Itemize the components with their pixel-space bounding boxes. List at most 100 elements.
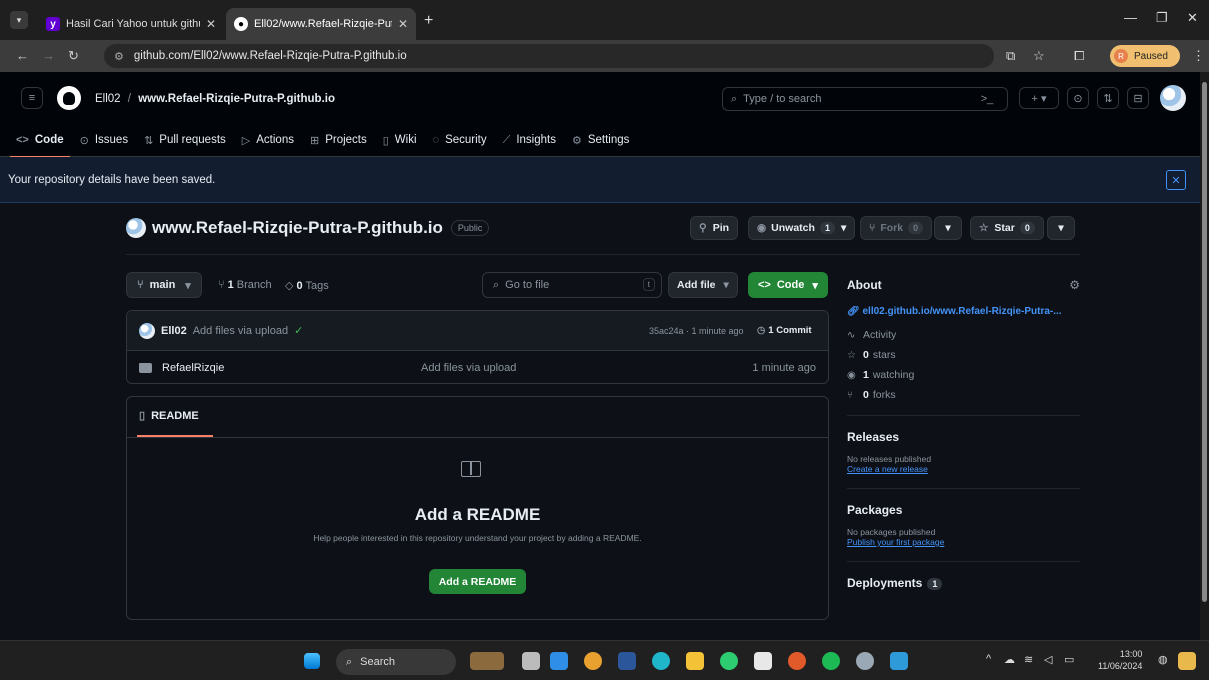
tab-projects[interactable]: ⊞ Projects — [310, 128, 367, 152]
tab-wiki[interactable]: ▯ Wiki — [383, 128, 417, 152]
extensions-icon[interactable]: ⧠ — [1074, 48, 1084, 64]
close-tab-icon[interactable]: ✕ — [206, 17, 216, 31]
wifi-icon[interactable]: ≋ — [1024, 653, 1033, 666]
clock[interactable]: 13:00 11/06/2024 — [1098, 648, 1142, 672]
site-info-icon[interactable]: ⚙ — [114, 50, 124, 63]
chrome-icon[interactable] — [584, 652, 602, 670]
tab-search-button[interactable]: ▾ — [10, 11, 28, 29]
tab-settings[interactable]: ⚙ Settings — [572, 128, 629, 152]
add-file-button[interactable]: Add file ▾ — [668, 272, 738, 298]
browser-tab-yahoo[interactable]: y Hasil Cari Yahoo untuk github ✕ — [38, 8, 224, 40]
search-input[interactable]: ⌕ Type / to search — [722, 87, 1008, 111]
branch-selector[interactable]: ⑂ main ▾ — [126, 272, 202, 298]
tags-link[interactable]: ◇ 0 Tags — [285, 279, 329, 292]
star-button[interactable]: ☆ Star 0 — [970, 216, 1044, 240]
file-commit-message[interactable]: Add files via upload — [421, 362, 516, 374]
task-view-icon[interactable] — [522, 652, 540, 670]
create-new-button[interactable]: + ▾ — [1019, 87, 1059, 109]
bookmark-star-icon[interactable]: ☆ — [1033, 48, 1045, 64]
word-icon[interactable] — [618, 652, 636, 670]
chrome-profile-icon[interactable] — [788, 652, 806, 670]
readme-tab[interactable]: ▯ README — [137, 409, 213, 437]
file-explorer-icon[interactable] — [686, 652, 704, 670]
user-avatar[interactable] — [1160, 85, 1186, 111]
code-label: Code — [776, 279, 805, 291]
add-readme-button[interactable]: Add a README — [429, 569, 526, 594]
hamburger-menu-icon[interactable]: ≡ — [21, 87, 43, 109]
tab-insights[interactable]: ⟋ Insights — [503, 128, 556, 152]
copilot-icon[interactable] — [1178, 652, 1196, 670]
battery-icon[interactable]: ▭ — [1064, 653, 1074, 666]
browser-tab-github[interactable]: ● Ell02/www.Refael-Rizqie-Putra- ✕ — [226, 8, 416, 40]
spotify-icon[interactable] — [822, 652, 840, 670]
publish-package-link[interactable]: Publish your first package — [847, 537, 1080, 547]
forks-link[interactable]: ⑂ 0 forks — [847, 389, 1080, 401]
github-logo-icon[interactable] — [57, 86, 81, 110]
taskbar-search[interactable]: ⌕ Search — [336, 649, 456, 675]
profile-button[interactable]: R Paused — [1110, 45, 1180, 67]
fork-dropdown-button[interactable]: ▾ — [934, 216, 962, 240]
notepad-icon[interactable] — [890, 652, 908, 670]
scrollbar-thumb[interactable] — [1202, 82, 1207, 602]
close-tab-icon[interactable]: ✕ — [398, 17, 408, 31]
command-palette-icon[interactable]: >_ — [976, 88, 998, 110]
reload-icon[interactable]: ↻ — [68, 48, 79, 64]
vscode-icon[interactable] — [550, 652, 568, 670]
settings-app-icon[interactable] — [856, 652, 874, 670]
commit-message[interactable]: Add files via upload — [193, 325, 288, 337]
unwatch-button[interactable]: ◉ Unwatch 1 ▾ — [748, 216, 856, 240]
releases-heading[interactable]: Releases — [847, 430, 1080, 444]
scrollbar[interactable] — [1200, 72, 1209, 640]
stars-link[interactable]: ☆ 0 stars — [847, 349, 1080, 361]
tab-pull-requests[interactable]: ⇅ Pull requests — [144, 128, 226, 152]
whatsapp-icon[interactable] — [720, 652, 738, 670]
restore-icon[interactable]: ❐ — [1156, 10, 1168, 26]
create-release-link[interactable]: Create a new release — [847, 464, 1080, 474]
minimize-icon[interactable]: — — [1124, 10, 1137, 25]
tab-security[interactable]: ◌ Security — [433, 128, 487, 152]
code-button[interactable]: <> Code ▾ — [748, 272, 828, 298]
homepage-link[interactable]: 🔗︎ ell02.github.io/www.Refael-Rizqie-Put… — [847, 306, 1080, 317]
tab-code[interactable]: <> Code — [10, 128, 70, 158]
issues-icon[interactable]: ⊙ — [1067, 87, 1089, 109]
watching-link[interactable]: ◉ 1 watching — [847, 369, 1080, 381]
close-window-icon[interactable]: ✕ — [1187, 10, 1198, 26]
file-name[interactable]: RefaelRizqie — [162, 362, 224, 374]
address-bar[interactable]: ⚙ github.com/Ell02/www.Refael-Rizqie-Put… — [104, 44, 994, 68]
owner-link[interactable]: Ell02 — [95, 93, 121, 105]
install-app-icon[interactable]: ⧉ — [1006, 48, 1015, 64]
deployments-count: 1 — [927, 578, 943, 590]
commits-link[interactable]: ◷ 1 Commit — [757, 325, 812, 336]
go-to-file-input[interactable]: ⌕ Go to file t — [482, 272, 662, 298]
store-icon[interactable] — [754, 652, 772, 670]
packages-heading[interactable]: Packages — [847, 503, 1080, 517]
edge-icon[interactable] — [652, 652, 670, 670]
close-icon[interactable]: ✕ — [1166, 170, 1186, 190]
notification-icon[interactable]: ◍ — [1158, 653, 1168, 666]
activity-link[interactable]: ∿ Activity — [847, 329, 1080, 341]
tab-actions[interactable]: ▷ Actions — [242, 128, 294, 152]
deployments-heading[interactable]: Deployments 1 — [847, 576, 1080, 590]
new-tab-button[interactable]: + — [424, 12, 433, 30]
volume-icon[interactable]: ◁ — [1044, 653, 1052, 666]
back-icon[interactable]: ← — [16, 48, 29, 63]
fork-button[interactable]: ⑂ Fork 0 — [860, 216, 933, 240]
cloud-icon[interactable]: ☁ — [1004, 653, 1015, 666]
gear-icon[interactable]: ⚙ — [1069, 278, 1080, 292]
browser-menu-icon[interactable]: ⋮ — [1192, 48, 1205, 64]
chevron-up-icon[interactable]: ^ — [986, 653, 991, 665]
commit-hash-time[interactable]: 35ac24a · 1 minute ago — [649, 326, 744, 336]
star-dropdown-button[interactable]: ▾ — [1047, 216, 1075, 240]
pin-button[interactable]: ⚲ Pin — [690, 216, 739, 240]
inbox-icon[interactable]: ⊟ — [1127, 87, 1149, 109]
repo-link[interactable]: www.Refael-Rizqie-Putra-P.github.io — [138, 93, 335, 105]
commit-author[interactable]: Ell02 — [161, 325, 187, 337]
forward-icon[interactable]: → — [42, 48, 55, 63]
windows-start-icon[interactable] — [304, 653, 320, 669]
tab-issues[interactable]: ⊙ Issues — [80, 128, 128, 152]
repo-name[interactable]: www.Refael-Rizqie-Putra-P.github.io — [152, 218, 443, 238]
branches-link[interactable]: ⑂ 1 Branch — [218, 279, 272, 291]
widget-icon[interactable] — [470, 652, 504, 670]
table-row[interactable]: RefaelRizqie Add files via upload 1 minu… — [127, 351, 828, 383]
pull-requests-icon[interactable]: ⇅ — [1097, 87, 1119, 109]
